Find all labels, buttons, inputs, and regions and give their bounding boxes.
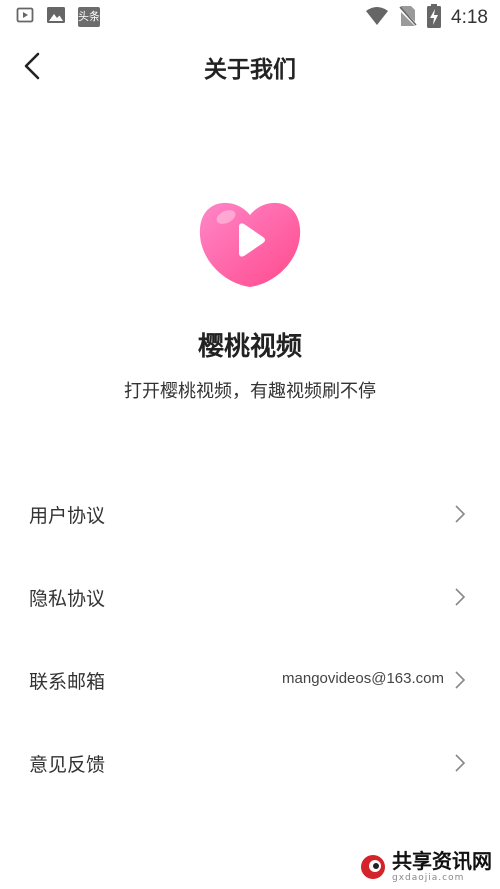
watermark-url: gxdaojia.com [392, 873, 465, 883]
nav-bar: 关于我们 [0, 36, 500, 96]
watermark: 共享资讯网 gxdaojia.com [360, 851, 492, 883]
play-notification-icon [16, 6, 34, 28]
app-slogan: 打开樱桃视频，有趣视频刷不停 [124, 381, 376, 402]
privacy-agreement-row[interactable]: 隐私协议 [0, 556, 500, 639]
image-notification-icon [46, 6, 66, 28]
watermark-title: 共享资讯网 [392, 849, 492, 873]
row-label: 用户协议 [29, 505, 106, 527]
chevron-right-icon [455, 588, 466, 606]
page-title: 关于我们 [204, 57, 296, 83]
contact-email-value: mangovideos@163.com [282, 670, 444, 687]
toutiao-notification-icon: 头条 [78, 7, 100, 27]
watermark-logo-icon [361, 855, 385, 879]
notification-icons: 头条 [16, 6, 100, 28]
row-label: 联系邮箱 [29, 671, 106, 693]
battery-charging-icon [427, 4, 442, 32]
settings-menu: 用户协议 隐私协议 联系邮箱 mangovideos@163.com 意见反馈 [0, 473, 500, 805]
wifi-icon [365, 6, 389, 30]
feedback-row[interactable]: 意见反馈 [0, 722, 500, 805]
row-label: 意见反馈 [29, 754, 106, 776]
no-sim-icon [397, 5, 419, 31]
app-name: 樱桃视频 [197, 332, 302, 362]
status-bar: 头条 4:18 [0, 0, 500, 34]
contact-email-row[interactable]: 联系邮箱 mangovideos@163.com [0, 639, 500, 722]
app-logo [196, 195, 304, 295]
chevron-right-icon [455, 671, 466, 689]
status-time: 4:18 [451, 7, 488, 28]
user-agreement-row[interactable]: 用户协议 [0, 473, 500, 556]
chevron-right-icon [455, 754, 466, 772]
row-label: 隐私协议 [29, 588, 106, 610]
chevron-right-icon [455, 505, 466, 523]
